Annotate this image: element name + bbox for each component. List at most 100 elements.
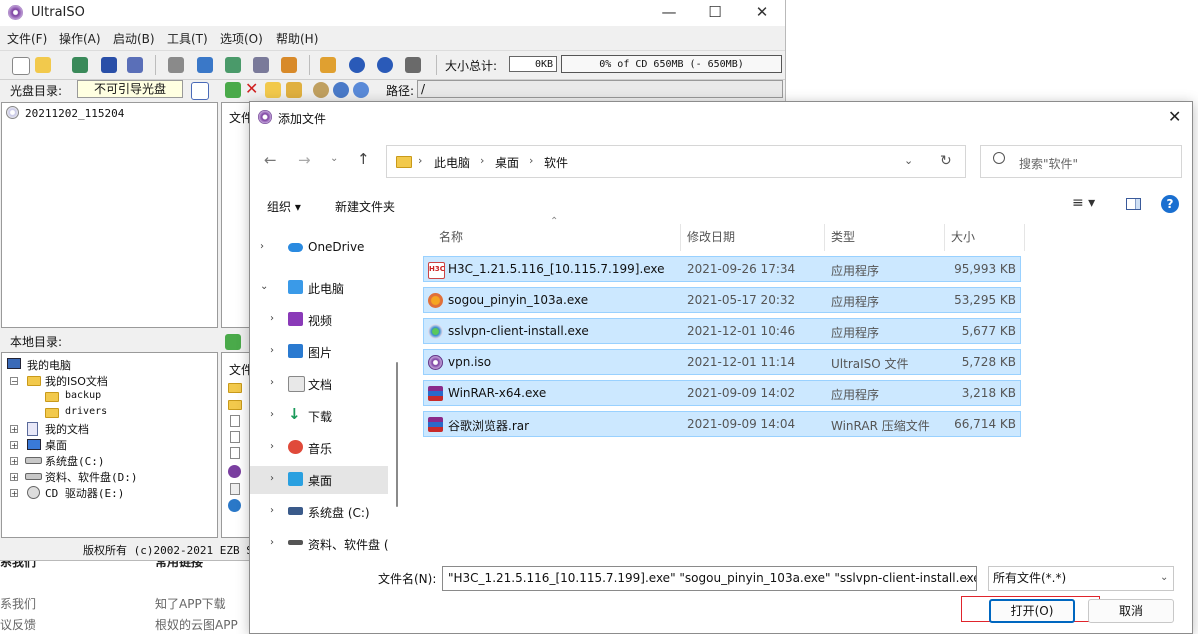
- nav-onedrive[interactable]: › OneDrive: [250, 234, 400, 262]
- back-arrow-icon[interactable]: ←: [264, 151, 277, 169]
- nav-system-drive[interactable]: › 系统盘 (C:): [250, 498, 400, 526]
- expand-toggle[interactable]: +: [10, 441, 18, 450]
- column-header-type[interactable]: 类型: [831, 228, 855, 245]
- nav-pictures[interactable]: › 图片: [250, 338, 400, 366]
- gear-icon[interactable]: [333, 82, 349, 98]
- up-arrow-icon[interactable]: ↑: [357, 150, 370, 168]
- nav-videos[interactable]: › 视频: [250, 306, 400, 334]
- menu-actions[interactable]: 操作(A): [59, 30, 101, 47]
- hide-icon[interactable]: [313, 82, 329, 98]
- virtual-drive-icon[interactable]: [253, 57, 269, 73]
- search-box[interactable]: 搜索"软件": [980, 145, 1182, 178]
- file-row[interactable]: sogou_pinyin_103a.exe 2021-05-17 20:32 应…: [423, 287, 1021, 313]
- tree-cd-drive[interactable]: CD 驱动器(E:): [45, 485, 124, 501]
- extract-icon[interactable]: [72, 57, 88, 73]
- nav-desktop[interactable]: › 桌面: [250, 466, 388, 494]
- breadcrumb-desktop[interactable]: 桌面: [495, 154, 519, 171]
- new-icon[interactable]: [12, 57, 30, 75]
- boot-settings-icon[interactable]: [191, 82, 209, 100]
- nav-data-drive[interactable]: › 资料、软件盘 (: [250, 530, 400, 554]
- filename-dropdown-icon[interactable]: ⌄: [962, 572, 970, 583]
- convert-icon[interactable]: [281, 57, 297, 73]
- expand-toggle[interactable]: +: [10, 473, 18, 482]
- local-tree-pane[interactable]: 我的电脑 − 我的ISO文档 backup drivers + 我的文档 + 桌…: [1, 352, 218, 538]
- menu-options[interactable]: 选项(O): [220, 30, 263, 47]
- cancel-button[interactable]: 取消: [1088, 599, 1174, 623]
- dialog-close-icon[interactable]: ✕: [1168, 107, 1181, 126]
- organize-button[interactable]: 组织 ▾: [267, 198, 301, 215]
- nav-music[interactable]: › 音乐: [250, 434, 400, 462]
- refresh-icon[interactable]: ↻: [940, 153, 952, 169]
- menu-tools[interactable]: 工具(T): [167, 30, 208, 47]
- address-dropdown-icon[interactable]: ⌄: [904, 154, 913, 167]
- tree-data-drive[interactable]: 资料、软件盘(D:): [45, 469, 138, 485]
- nav-downloads[interactable]: › ↓ 下载: [250, 402, 400, 430]
- column-divider[interactable]: [824, 224, 825, 251]
- file-row[interactable]: WinRAR-x64.exe 2021-09-09 14:02 应用程序 3,2…: [423, 380, 1021, 406]
- nav-documents[interactable]: › 文档: [250, 370, 400, 398]
- open-button[interactable]: 打开(O): [989, 599, 1075, 623]
- breadcrumb-this-pc[interactable]: 此电脑: [434, 154, 470, 171]
- forward-arrow-icon[interactable]: →: [298, 151, 311, 169]
- expand-chevron-icon[interactable]: ›: [270, 537, 274, 548]
- tree-drivers[interactable]: drivers: [65, 406, 107, 417]
- file-row[interactable]: 谷歌浏览器.rar 2021-09-09 14:04 WinRAR 压缩文件 6…: [423, 411, 1021, 437]
- file-row[interactable]: sslvpn-client-install.exe 2021-12-01 10:…: [423, 318, 1021, 344]
- local-up-icon[interactable]: [225, 334, 241, 350]
- column-header-date[interactable]: 修改日期: [687, 228, 735, 245]
- disc-root-label[interactable]: 20211202_115204: [25, 107, 124, 120]
- bg-app-link[interactable]: 知了APP下载: [155, 595, 226, 612]
- path-field[interactable]: /: [417, 80, 783, 98]
- tree-sys-drive[interactable]: 系统盘(C:): [45, 453, 105, 469]
- boot-type-box[interactable]: 不可引导光盘: [77, 80, 183, 98]
- expand-chevron-icon[interactable]: ›: [270, 441, 274, 452]
- tree-my-docs[interactable]: 我的文档: [45, 421, 89, 437]
- disc-tree-pane[interactable]: 20211202_115204: [1, 102, 218, 328]
- breadcrumb-software[interactable]: 软件: [544, 154, 568, 171]
- nav-this-pc[interactable]: ⌄ 此电脑: [250, 274, 400, 302]
- save-as-icon[interactable]: [127, 57, 143, 73]
- address-bar[interactable]: › 此电脑 › 桌面 › 软件 ⌄ ↻: [386, 145, 966, 178]
- bg-feedback-link[interactable]: 议反馈: [0, 616, 36, 633]
- tree-backup[interactable]: backup: [65, 390, 101, 401]
- expand-chevron-icon[interactable]: ›: [270, 409, 274, 420]
- bg-contact-link[interactable]: 系我们: [0, 595, 36, 612]
- menu-file[interactable]: 文件(F): [7, 30, 47, 47]
- expand-toggle[interactable]: +: [10, 425, 18, 434]
- column-header-name[interactable]: 名称: [439, 228, 463, 245]
- nav-scrollbar-thumb[interactable]: [396, 362, 398, 507]
- tree-desktop[interactable]: 桌面: [45, 437, 67, 453]
- refresh-icon[interactable]: [353, 82, 369, 98]
- expand-chevron-icon[interactable]: ›: [270, 377, 274, 388]
- compress-icon[interactable]: [225, 57, 241, 73]
- save-icon[interactable]: [101, 57, 117, 73]
- column-header-size[interactable]: 大小: [951, 228, 975, 245]
- collapse-chevron-icon[interactable]: ⌄: [260, 281, 268, 292]
- tree-my-computer[interactable]: 我的电脑: [27, 357, 71, 373]
- bg-cloud-link[interactable]: 根奴的云图APP: [155, 616, 238, 633]
- expand-chevron-icon[interactable]: ›: [270, 473, 274, 484]
- expand-chevron-icon[interactable]: ›: [270, 345, 274, 356]
- minimize-button[interactable]: —: [646, 0, 692, 26]
- expand-toggle[interactable]: +: [10, 457, 18, 466]
- info-icon[interactable]: [349, 57, 365, 73]
- delete-icon[interactable]: ✕: [245, 79, 258, 98]
- up-dir-icon[interactable]: [225, 82, 241, 98]
- mount-icon[interactable]: [197, 57, 213, 73]
- new-folder-button[interactable]: 新建文件夹: [335, 198, 395, 215]
- file-row[interactable]: H3C H3C_1.21.5.116_[10.115.7.199].exe 20…: [423, 256, 1021, 282]
- file-row[interactable]: vpn.iso 2021-12-01 11:14 UltraISO 文件 5,7…: [423, 349, 1021, 375]
- collapse-toggle[interactable]: −: [10, 377, 18, 386]
- open-folder-icon[interactable]: [35, 57, 51, 73]
- burn-icon[interactable]: [168, 57, 184, 73]
- new-folder-icon[interactable]: [265, 82, 281, 98]
- tree-iso-docs[interactable]: 我的ISO文档: [45, 373, 108, 389]
- column-divider[interactable]: [1024, 224, 1025, 251]
- preview-pane-icon[interactable]: [1126, 198, 1141, 210]
- maximize-button[interactable]: ☐: [692, 0, 738, 26]
- exit-icon[interactable]: [405, 57, 421, 73]
- filetype-select[interactable]: 所有文件(*.*): [988, 566, 1174, 591]
- rename-icon[interactable]: [286, 82, 302, 98]
- expand-chevron-icon[interactable]: ›: [260, 241, 264, 252]
- help-icon[interactable]: ?: [1161, 195, 1179, 213]
